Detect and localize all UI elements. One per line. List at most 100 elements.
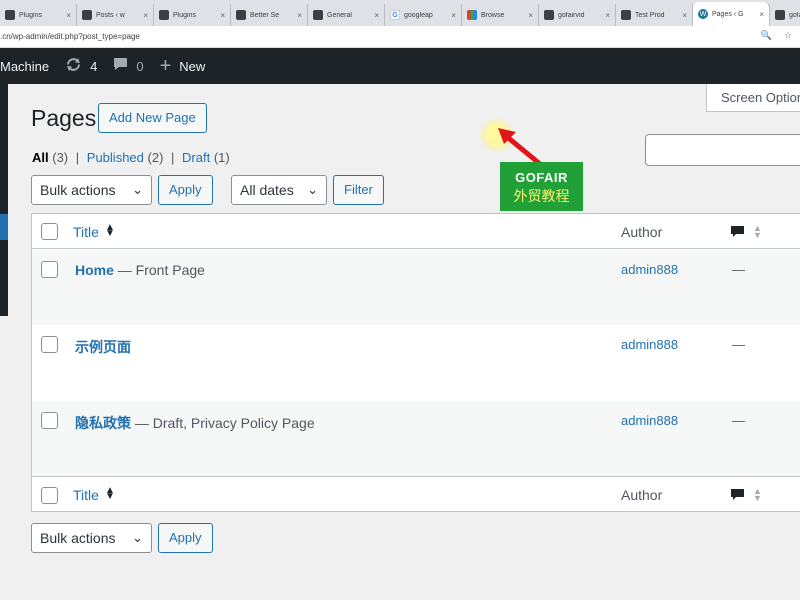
browser-tab[interactable]: gofairvid× bbox=[539, 4, 616, 26]
site-name-link[interactable]: Machine bbox=[0, 59, 49, 74]
row-author[interactable]: admin888 bbox=[621, 413, 678, 428]
post-state: — Draft, Privacy Policy Page bbox=[131, 415, 315, 431]
app-icon bbox=[313, 10, 323, 20]
close-tab-icon[interactable]: × bbox=[759, 10, 764, 19]
table-header: Title ▲ ▼ Author ▲ ▼ bbox=[32, 214, 800, 249]
view-all[interactable]: All (3) bbox=[32, 150, 68, 165]
view-published-label: Published bbox=[86, 150, 144, 165]
row-title[interactable]: Home — Front Page bbox=[75, 262, 205, 278]
updates-link[interactable]: 4 bbox=[65, 57, 97, 76]
tab-label: Test Prod bbox=[635, 11, 665, 19]
sort-icon[interactable]: ▲ ▼ bbox=[753, 487, 762, 503]
screen-options-button[interactable]: Screen Options bbox=[706, 84, 800, 112]
tab-label: Plugins bbox=[19, 11, 42, 19]
close-tab-icon[interactable]: × bbox=[682, 11, 687, 20]
browser-tab[interactable]: Test Prod × bbox=[616, 4, 693, 26]
new-content-link[interactable]: + New bbox=[160, 55, 206, 78]
chevron-down-icon: ⌄ bbox=[132, 182, 143, 197]
row-checkbox[interactable] bbox=[41, 336, 58, 353]
view-published-count: (2) bbox=[147, 150, 164, 165]
search-pages-input[interactable] bbox=[645, 134, 800, 166]
comment-bubble-icon bbox=[731, 489, 744, 500]
row-comments: — bbox=[732, 262, 745, 277]
row-checkbox[interactable] bbox=[41, 412, 58, 429]
view-published[interactable]: Published (2) bbox=[87, 150, 164, 165]
close-tab-icon[interactable]: × bbox=[605, 11, 610, 20]
app-icon bbox=[236, 10, 246, 20]
row-comments: — bbox=[732, 413, 745, 428]
updates-refresh-icon bbox=[65, 57, 82, 76]
table-row: 隐私政策 — Draft, Privacy Policy Page admin8… bbox=[32, 401, 800, 476]
page-title: Pages bbox=[31, 105, 97, 131]
author-column-header: Author bbox=[621, 224, 663, 240]
google-icon: G bbox=[390, 10, 400, 20]
select-all-checkbox[interactable] bbox=[41, 487, 58, 504]
page-title-link[interactable]: Home bbox=[75, 262, 114, 278]
watermark-bottom-text: 外贸教程 bbox=[513, 188, 570, 204]
comments-count: 0 bbox=[136, 58, 144, 74]
new-label: New bbox=[179, 58, 206, 74]
view-draft[interactable]: Draft (1) bbox=[182, 150, 230, 165]
browser-tab[interactable]: Better Se × bbox=[231, 4, 308, 26]
close-tab-icon[interactable]: × bbox=[66, 11, 71, 20]
plus-icon: + bbox=[159, 54, 172, 77]
view-all-label: All bbox=[32, 150, 49, 165]
dates-filter-select[interactable]: All dates ⌄ bbox=[231, 175, 327, 205]
tab-label: Browse bbox=[481, 11, 505, 19]
chevron-down-icon: ⌄ bbox=[307, 182, 318, 197]
apply-button[interactable]: Apply bbox=[158, 175, 213, 205]
select-all-checkbox[interactable] bbox=[41, 223, 58, 240]
row-comments: — bbox=[732, 337, 745, 352]
page-title-link[interactable]: 示例页面 bbox=[75, 339, 131, 355]
view-draft-label: Draft bbox=[182, 150, 211, 165]
bulk-actions-select[interactable]: Bulk actions ⌄ bbox=[31, 175, 152, 205]
close-tab-icon[interactable]: × bbox=[451, 11, 456, 20]
title-column-footer[interactable]: Title bbox=[73, 487, 99, 503]
bulk-actions-value: Bulk actions bbox=[40, 182, 116, 198]
close-tab-icon[interactable]: × bbox=[297, 11, 302, 20]
sort-icon[interactable]: ▲ ▼ bbox=[105, 486, 115, 502]
zoom-icon[interactable]: 🔍 bbox=[761, 30, 772, 41]
title-column-header[interactable]: Title bbox=[73, 224, 99, 240]
bookmark-star-icon[interactable]: ☆ bbox=[784, 30, 792, 41]
row-author[interactable]: admin888 bbox=[621, 262, 678, 277]
row-checkbox[interactable] bbox=[41, 261, 58, 278]
browser-tab[interactable]: Posts ‹ w × bbox=[77, 4, 154, 26]
sort-icon[interactable]: ▲ ▼ bbox=[753, 224, 762, 240]
browser-tab[interactable]: gofairvid× bbox=[770, 4, 800, 26]
post-state: — Front Page bbox=[113, 262, 205, 278]
row-author[interactable]: admin888 bbox=[621, 337, 678, 352]
row-title[interactable]: 隐私政策 — Draft, Privacy Policy Page bbox=[75, 413, 315, 433]
browse-icon bbox=[467, 10, 477, 20]
close-tab-icon[interactable]: × bbox=[143, 11, 148, 20]
view-draft-count: (1) bbox=[213, 150, 230, 165]
browser-tab[interactable]: W Pages ‹ G × bbox=[693, 2, 770, 26]
browser-tab[interactable]: General × bbox=[308, 4, 385, 26]
browser-tab[interactable]: Browse × bbox=[462, 4, 539, 26]
page-title-link[interactable]: 隐私政策 bbox=[75, 415, 131, 431]
tab-label: gofairvid bbox=[789, 11, 800, 19]
browser-tab[interactable]: Plugins × bbox=[154, 4, 231, 26]
comment-bubble-icon bbox=[113, 57, 128, 75]
url-text[interactable]: .cn/wp-admin/edit.php?post_type=page bbox=[0, 32, 140, 41]
sort-icon[interactable]: ▲ ▼ bbox=[105, 223, 115, 239]
view-all-count: (3) bbox=[52, 150, 69, 165]
address-bar[interactable]: .cn/wp-admin/edit.php?post_type=page 🔍 ☆ bbox=[0, 26, 800, 48]
row-title[interactable]: 示例页面 bbox=[75, 337, 131, 357]
close-tab-icon[interactable]: × bbox=[220, 11, 225, 20]
pages-table: Title ▲ ▼ Author ▲ ▼ Home — Front Page adm… bbox=[31, 213, 800, 512]
site-name: Machine bbox=[0, 58, 50, 74]
bulk-actions-select-bottom[interactable]: Bulk actions ⌄ bbox=[31, 523, 152, 553]
filter-button[interactable]: Filter bbox=[333, 175, 384, 205]
browser-tab[interactable]: Plugins × bbox=[0, 4, 77, 26]
apply-button-bottom[interactable]: Apply bbox=[158, 523, 213, 553]
tab-label: Posts ‹ w bbox=[96, 11, 125, 19]
add-new-page-button[interactable]: Add New Page bbox=[98, 103, 207, 133]
tab-label: googleap bbox=[404, 11, 433, 19]
browser-tab[interactable]: Ggoogleap × bbox=[385, 4, 462, 26]
close-tab-icon[interactable]: × bbox=[528, 11, 533, 20]
comments-link[interactable]: 0 bbox=[113, 57, 144, 75]
active-menu-indicator bbox=[0, 214, 8, 240]
status-views: All (3) | Published (2) | Draft (1) bbox=[32, 150, 230, 165]
close-tab-icon[interactable]: × bbox=[374, 11, 379, 20]
